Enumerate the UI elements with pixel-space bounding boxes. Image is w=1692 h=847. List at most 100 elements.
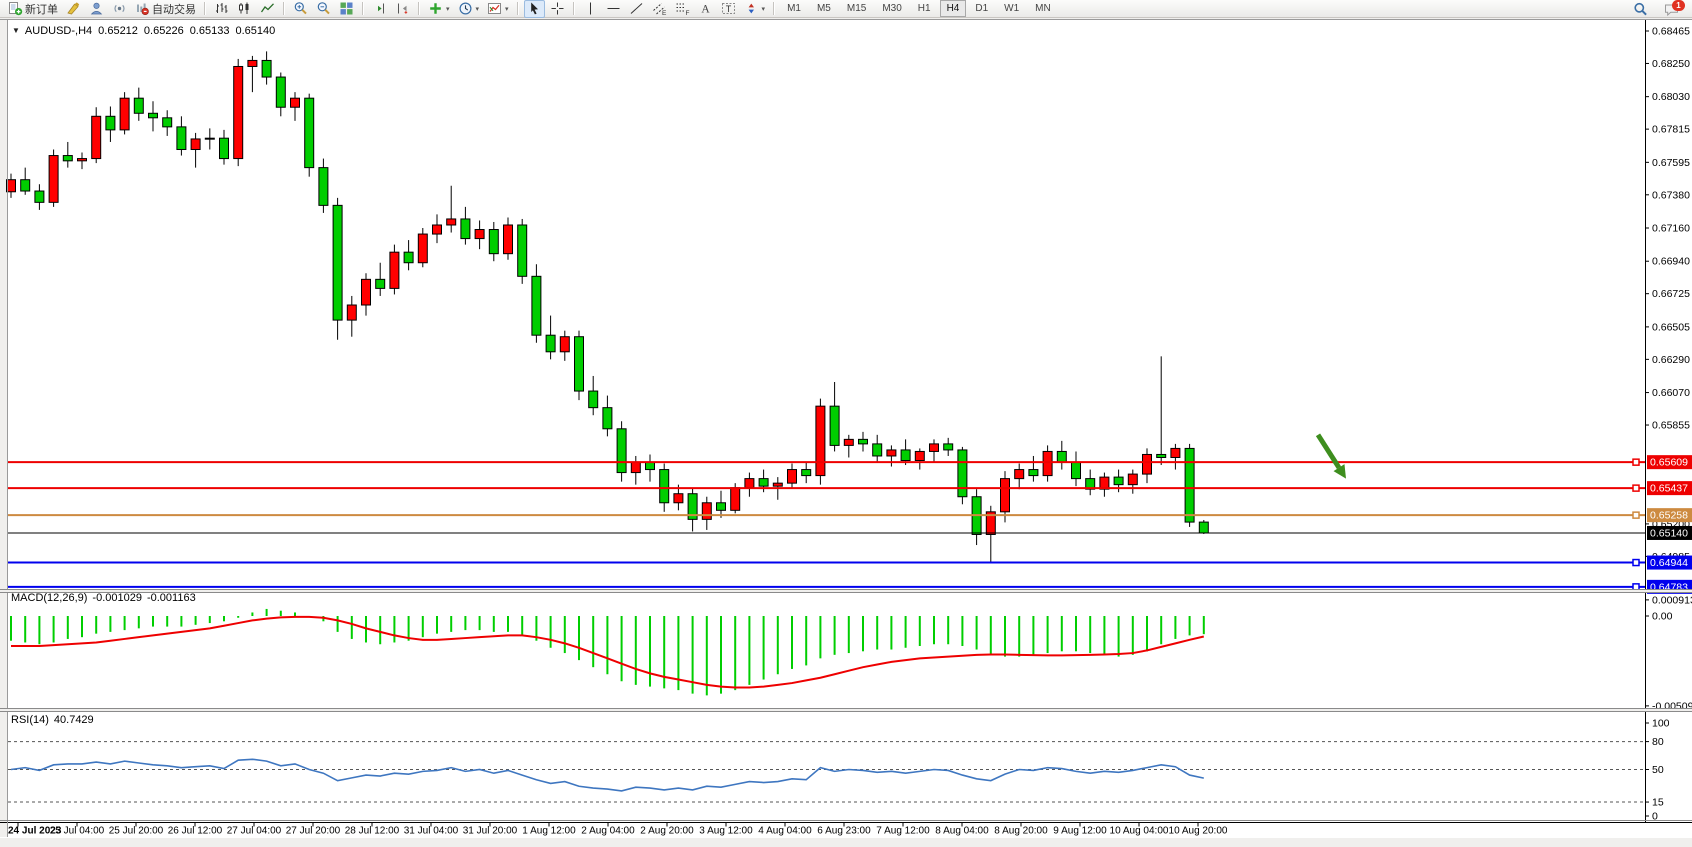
chart-menu-icon[interactable]: ▼: [12, 26, 20, 35]
macd-name: MACD(12,26,9): [11, 592, 87, 604]
indicators-button[interactable]: ▾: [425, 0, 453, 18]
chart-canvas[interactable]: 0.684650.682500.680300.678150.675950.673…: [0, 0, 1692, 847]
svg-text:26 Jul 12:00: 26 Jul 12:00: [168, 826, 223, 837]
bar-chart-icon: [214, 1, 229, 16]
vertical-line-button[interactable]: [580, 0, 601, 18]
candle-chart-button[interactable]: [234, 0, 255, 18]
periods-button[interactable]: ▾: [455, 0, 483, 18]
rsi-value: 40.7429: [54, 714, 94, 726]
timeframe-m5-button[interactable]: M5: [810, 0, 838, 17]
timeframe-m1-button[interactable]: M1: [780, 0, 808, 17]
svg-text:0.000913: 0.000913: [1652, 594, 1692, 606]
cursor-button[interactable]: [524, 0, 545, 18]
svg-text:8 Aug 20:00: 8 Aug 20:00: [994, 826, 1048, 837]
zoom-out-icon: [316, 1, 331, 16]
fibonacci-button[interactable]: F: [672, 0, 693, 18]
svg-text:4 Aug 04:00: 4 Aug 04:00: [758, 826, 812, 837]
svg-text:1 Aug 12:00: 1 Aug 12:00: [522, 826, 576, 837]
horizontal-line-button[interactable]: [603, 0, 624, 18]
svg-text:0.68465: 0.68465: [1652, 26, 1690, 38]
search-icon: [1633, 2, 1648, 17]
tile-windows-icon: [339, 1, 354, 16]
zoom-in-icon: [293, 1, 308, 16]
toolbar-separator: [283, 2, 285, 15]
timeframe-m15-button[interactable]: M15: [840, 0, 873, 17]
chevron-down-icon[interactable]: ▾: [446, 5, 450, 13]
svg-text:80: 80: [1652, 736, 1664, 748]
svg-text:10 Aug 04:00: 10 Aug 04:00: [1110, 826, 1169, 837]
notifications-button[interactable]: 1: [1661, 0, 1683, 18]
profiles-button[interactable]: [86, 0, 107, 18]
chevron-down-icon[interactable]: ▾: [505, 5, 509, 13]
signals-button[interactable]: [109, 0, 130, 18]
svg-text:31 Jul 04:00: 31 Jul 04:00: [404, 826, 459, 837]
bar-chart-button[interactable]: [211, 0, 232, 18]
timeframe-m30-button[interactable]: M30: [875, 0, 908, 17]
templates-icon: [487, 1, 502, 16]
text-label-icon: T: [721, 1, 736, 16]
chart-title: ▼AUDUSD-,H40.652120.652260.651330.65140: [12, 25, 275, 37]
chart-symbol-label: AUDUSD-,H4: [25, 25, 92, 37]
indicators-icon: [428, 1, 443, 16]
timeframe-w1-button[interactable]: W1: [997, 0, 1026, 17]
toolbar-separator: [773, 2, 775, 15]
svg-text:0.65609: 0.65609: [1650, 457, 1688, 469]
svg-text:27 Jul 04:00: 27 Jul 04:00: [227, 826, 282, 837]
text-label-button[interactable]: T: [718, 0, 739, 18]
svg-text:9 Aug 12:00: 9 Aug 12:00: [1053, 826, 1107, 837]
profile-icon: [89, 1, 104, 16]
autotrading-button[interactable]: 自动交易: [132, 0, 199, 18]
svg-text:0.66725: 0.66725: [1652, 288, 1690, 300]
styler-button[interactable]: [63, 0, 84, 18]
bar-close-value: 0.65140: [235, 25, 275, 37]
search-button[interactable]: [1630, 0, 1651, 18]
arrows-button[interactable]: ▾: [741, 0, 769, 18]
auto-scroll-button[interactable]: [369, 0, 390, 18]
svg-text:25 Jul 04:00: 25 Jul 04:00: [50, 826, 105, 837]
templates-button[interactable]: ▾: [484, 0, 512, 18]
svg-text:50: 50: [1652, 764, 1664, 776]
timeframe-mn-button[interactable]: MN: [1028, 0, 1058, 17]
text-button[interactable]: A: [695, 0, 716, 18]
toolbar-separator: [418, 2, 420, 15]
zoom-out-button[interactable]: [313, 0, 334, 18]
crosshair-button[interactable]: [547, 0, 568, 18]
bar-high-value: 0.65226: [144, 25, 184, 37]
svg-text:0.67160: 0.67160: [1652, 223, 1690, 235]
svg-text:0.66070: 0.66070: [1652, 387, 1690, 399]
chevron-down-icon[interactable]: ▾: [476, 5, 480, 13]
toolbar-separator: [204, 2, 206, 15]
arrows-icon: [744, 1, 759, 16]
chevron-down-icon[interactable]: ▾: [762, 5, 766, 13]
tile-windows-button[interactable]: [336, 0, 357, 18]
equidistant-channel-button[interactable]: E: [649, 0, 670, 18]
svg-text:7 Aug 12:00: 7 Aug 12:00: [876, 826, 930, 837]
svg-text:0.67815: 0.67815: [1652, 124, 1690, 136]
timeframe-d1-button[interactable]: D1: [968, 0, 995, 17]
status-bar: [0, 837, 1692, 847]
timeframe-h4-button[interactable]: H4: [940, 0, 967, 17]
svg-text:31 Jul 20:00: 31 Jul 20:00: [463, 826, 518, 837]
chart-shift-icon: [395, 1, 410, 16]
crosshair-icon: [550, 1, 565, 16]
macd-main-value: -0.001029: [92, 592, 142, 604]
channel-icon: E: [652, 1, 667, 16]
clock-icon: [458, 1, 473, 16]
vertical-line-icon: [583, 1, 598, 16]
new-order-button[interactable]: 新订单: [5, 0, 61, 18]
svg-text:28 Jul 12:00: 28 Jul 12:00: [345, 826, 400, 837]
chart-shift-button[interactable]: [392, 0, 413, 18]
line-chart-button[interactable]: [257, 0, 278, 18]
toolbar-separator: [362, 2, 364, 15]
trendline-icon: [629, 1, 644, 16]
new-order-button-label: 新订单: [25, 1, 58, 17]
svg-text:0.66505: 0.66505: [1652, 321, 1690, 333]
notification-badge: 1: [1672, 0, 1685, 11]
svg-text:15: 15: [1652, 797, 1664, 809]
zoom-in-button[interactable]: [290, 0, 311, 18]
svg-text:0.64944: 0.64944: [1650, 557, 1688, 569]
timeframe-h1-button[interactable]: H1: [911, 0, 938, 17]
svg-text:A: A: [701, 4, 710, 16]
svg-text:E: E: [662, 10, 667, 16]
trendline-button[interactable]: [626, 0, 647, 18]
